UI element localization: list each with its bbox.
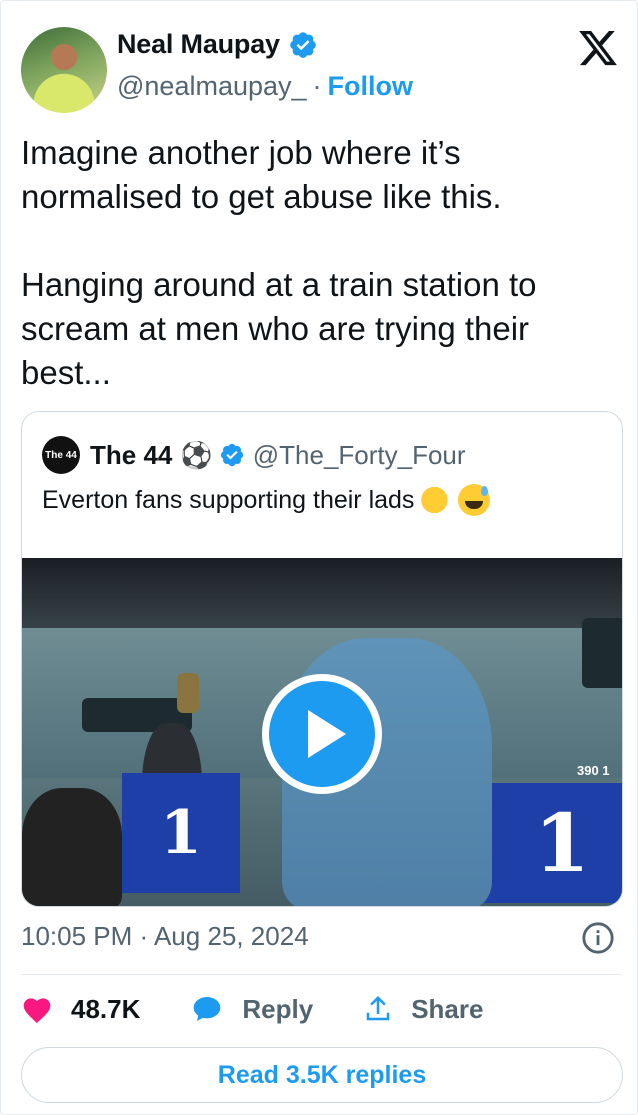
verified-badge-icon — [290, 31, 316, 58]
share-button[interactable]: Share — [363, 994, 483, 1025]
tweet-timestamp[interactable]: 10:05 PM · Aug 25, 2024 — [21, 921, 309, 952]
reply-bubble-icon — [194, 997, 221, 1021]
quoted-tweet-header: The 44 The 44 ⚽ @The_Forty_Four — [42, 436, 466, 474]
video-thumbnail[interactable]: 390 1 1 1 — [22, 558, 622, 906]
tweet-text: Imagine another job where it’s normalise… — [21, 131, 621, 395]
tweet-paragraph-1: Imagine another job where it’s normalise… — [21, 134, 502, 215]
tweet-paragraph-2: Hanging around at a train station to scr… — [21, 266, 537, 391]
share-label: Share — [411, 993, 484, 1024]
like-count: 48.7K — [71, 993, 141, 1024]
read-replies-button[interactable]: Read 3.5K replies — [21, 1047, 623, 1103]
soccer-ball-emoji: ⚽ — [180, 439, 213, 470]
quoted-author-name[interactable]: The 44 — [90, 440, 172, 471]
quoted-text-content: Everton fans supporting their lads — [42, 485, 415, 514]
divider — [21, 974, 621, 975]
platform-sign-left: 1 — [122, 773, 240, 893]
x-logo-icon[interactable] — [577, 27, 619, 69]
train-door-light — [177, 673, 199, 713]
author-avatar[interactable] — [21, 27, 107, 113]
quoted-author-avatar[interactable]: The 44 — [42, 436, 80, 474]
reply-button[interactable]: Reply — [190, 993, 313, 1025]
action-bar: 48.7K Reply Share — [21, 989, 533, 1029]
author-name[interactable]: Neal Maupay — [117, 29, 280, 60]
author-name-row[interactable]: Neal Maupay — [117, 29, 318, 60]
reply-label: Reply — [242, 993, 314, 1024]
verified-badge-icon — [220, 443, 243, 467]
play-button[interactable] — [262, 674, 382, 794]
quoted-tweet-text: Everton fans supporting their lads — [42, 484, 491, 516]
author-handle[interactable]: @nealmaupay_ — [117, 71, 307, 102]
info-icon[interactable] — [581, 921, 615, 955]
separator-dot: · — [312, 71, 322, 101]
heart-icon — [23, 998, 51, 1024]
follow-button[interactable]: Follow — [328, 71, 413, 102]
quoted-tweet[interactable]: The 44 The 44 ⚽ @The_Forty_Four Everton … — [21, 411, 623, 907]
train-window — [582, 618, 622, 688]
share-icon — [366, 995, 390, 1021]
bag-foreground — [22, 788, 122, 906]
quoted-author-handle[interactable]: @The_Forty_Four — [253, 440, 466, 471]
train-code-label: 390 1 — [577, 763, 610, 778]
author-handle-row: @nealmaupay_ · Follow — [117, 71, 413, 102]
like-button[interactable]: 48.7K — [21, 994, 140, 1025]
grinning-sweat-emoji — [458, 484, 491, 516]
clapping-hands-emoji — [420, 484, 453, 516]
tweet-card: Neal Maupay @nealmaupay_ · Follow Imagin… — [0, 0, 638, 1115]
platform-sign-right: 1 — [482, 783, 622, 903]
